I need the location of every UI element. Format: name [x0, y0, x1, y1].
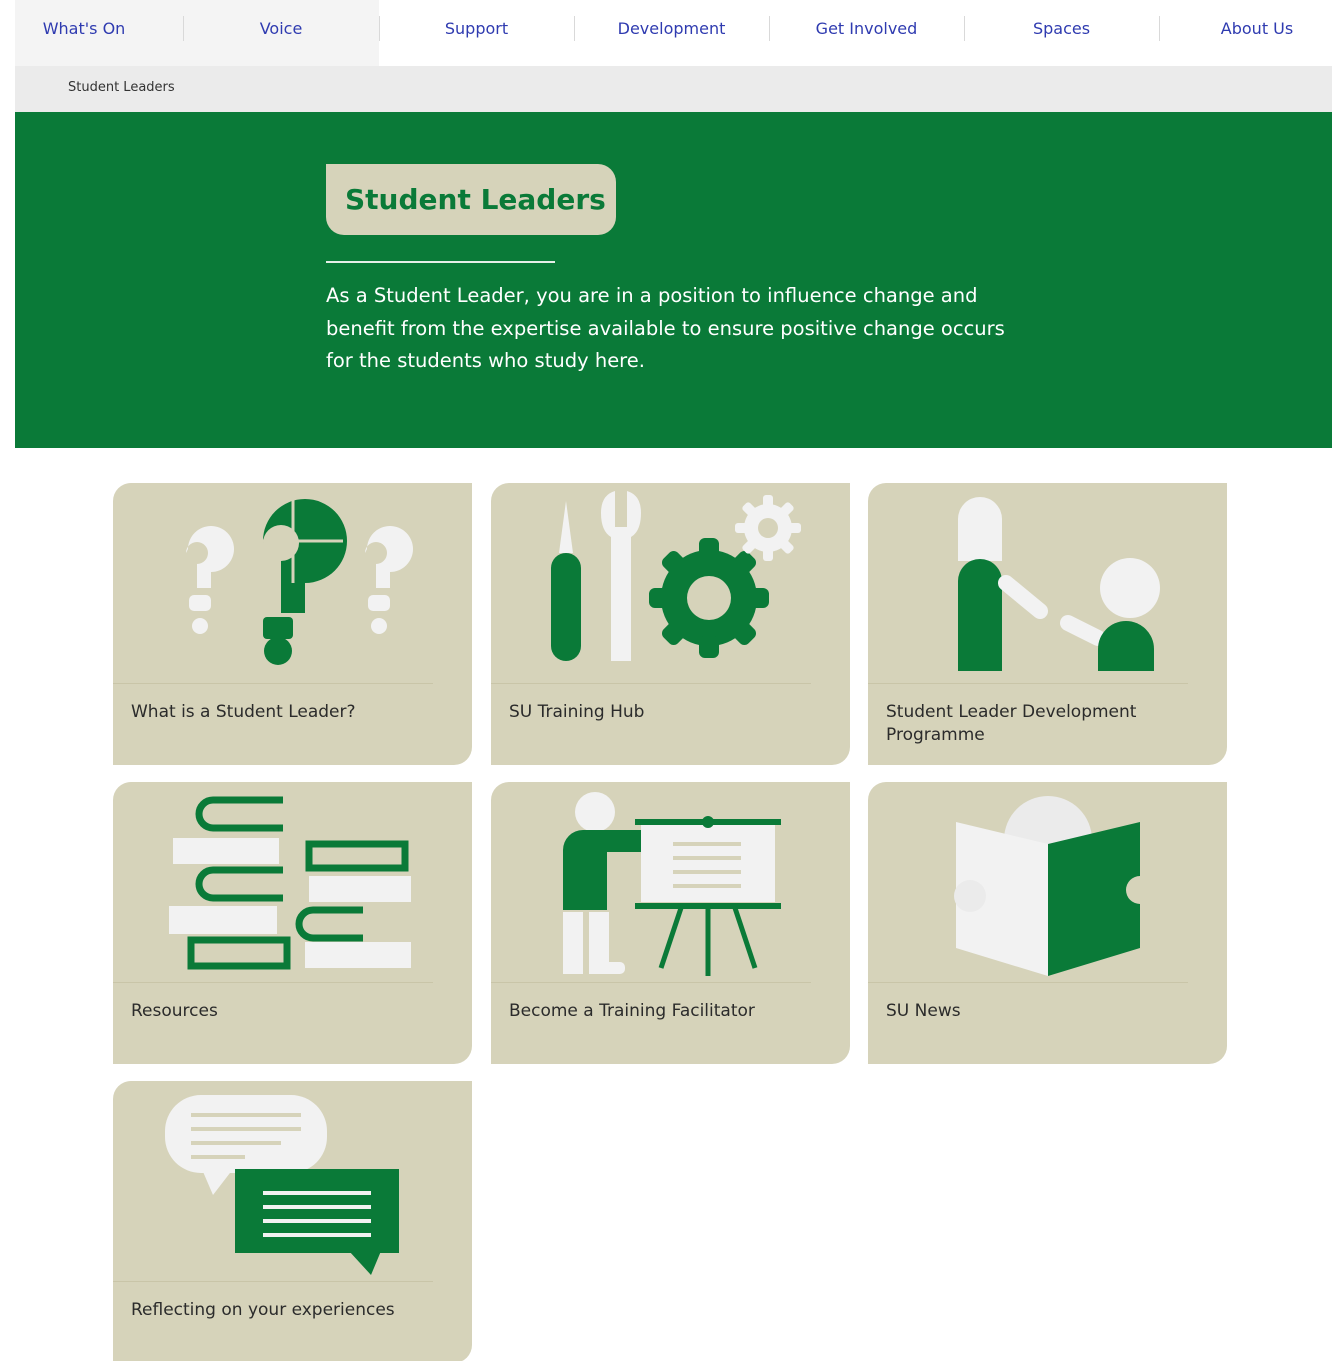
newspaper-reader-icon	[868, 782, 1227, 982]
card-label: Resources	[131, 1001, 218, 1021]
nav-item-development[interactable]: Development	[574, 0, 769, 58]
card-label: SU Training Hub	[509, 702, 645, 722]
book-stack-icon	[113, 782, 472, 982]
card-become-a-training-facilitator[interactable]: Become a Training Facilitator	[491, 782, 850, 1064]
presenter-board-icon	[491, 782, 850, 982]
breadcrumb-current: Student Leaders	[68, 80, 175, 95]
nav-item-get-involved[interactable]: Get Involved	[769, 0, 964, 58]
hero-divider	[326, 261, 555, 263]
card-label: Student Leader Development Programme	[886, 702, 1137, 745]
card-resources[interactable]: Resources	[113, 782, 472, 1064]
card-label: Reflecting on your experiences	[131, 1300, 395, 1320]
card-divider	[113, 1281, 433, 1282]
hero-intro: As a Student Leader, you are in a positi…	[326, 284, 1005, 372]
nav-item-whats-on[interactable]: What's On	[15, 0, 153, 58]
card-divider	[868, 982, 1188, 983]
card-what-is-a-student-leader[interactable]: What is a Student Leader?	[113, 483, 472, 765]
hero-banner: Student Leaders As a Student Leader, you…	[15, 112, 1332, 448]
card-su-news[interactable]: SU News	[868, 782, 1227, 1064]
card-label: Become a Training Facilitator	[509, 1001, 755, 1021]
nav-item-spaces[interactable]: Spaces	[964, 0, 1159, 58]
card-label: What is a Student Leader?	[131, 702, 356, 722]
tools-gear-icon	[491, 483, 850, 683]
card-divider	[491, 683, 811, 684]
card-su-training-hub[interactable]: SU Training Hub	[491, 483, 850, 765]
nav-item-support[interactable]: Support	[379, 0, 574, 58]
card-reflecting-on-your-experiences[interactable]: Reflecting on your experiences	[113, 1081, 472, 1361]
card-divider	[868, 683, 1188, 684]
main-nav: What's On Voice Support Development Get …	[15, 0, 1332, 66]
breadcrumb: Student Leaders	[15, 66, 1332, 112]
page-title: Student Leaders	[326, 164, 616, 235]
nav-separator	[1159, 16, 1160, 41]
card-student-leader-development-programme[interactable]: Student Leader Development Programme	[868, 483, 1227, 765]
card-divider	[113, 982, 433, 983]
speech-bubbles-icon	[113, 1081, 472, 1281]
nav-item-about-us[interactable]: About Us	[1189, 0, 1325, 58]
mentor-people-icon	[868, 483, 1227, 683]
card-divider	[491, 982, 811, 983]
question-marks-icon	[113, 483, 472, 683]
nav-item-voice[interactable]: Voice	[183, 0, 379, 58]
card-divider	[113, 683, 433, 684]
card-label: SU News	[886, 1001, 961, 1021]
